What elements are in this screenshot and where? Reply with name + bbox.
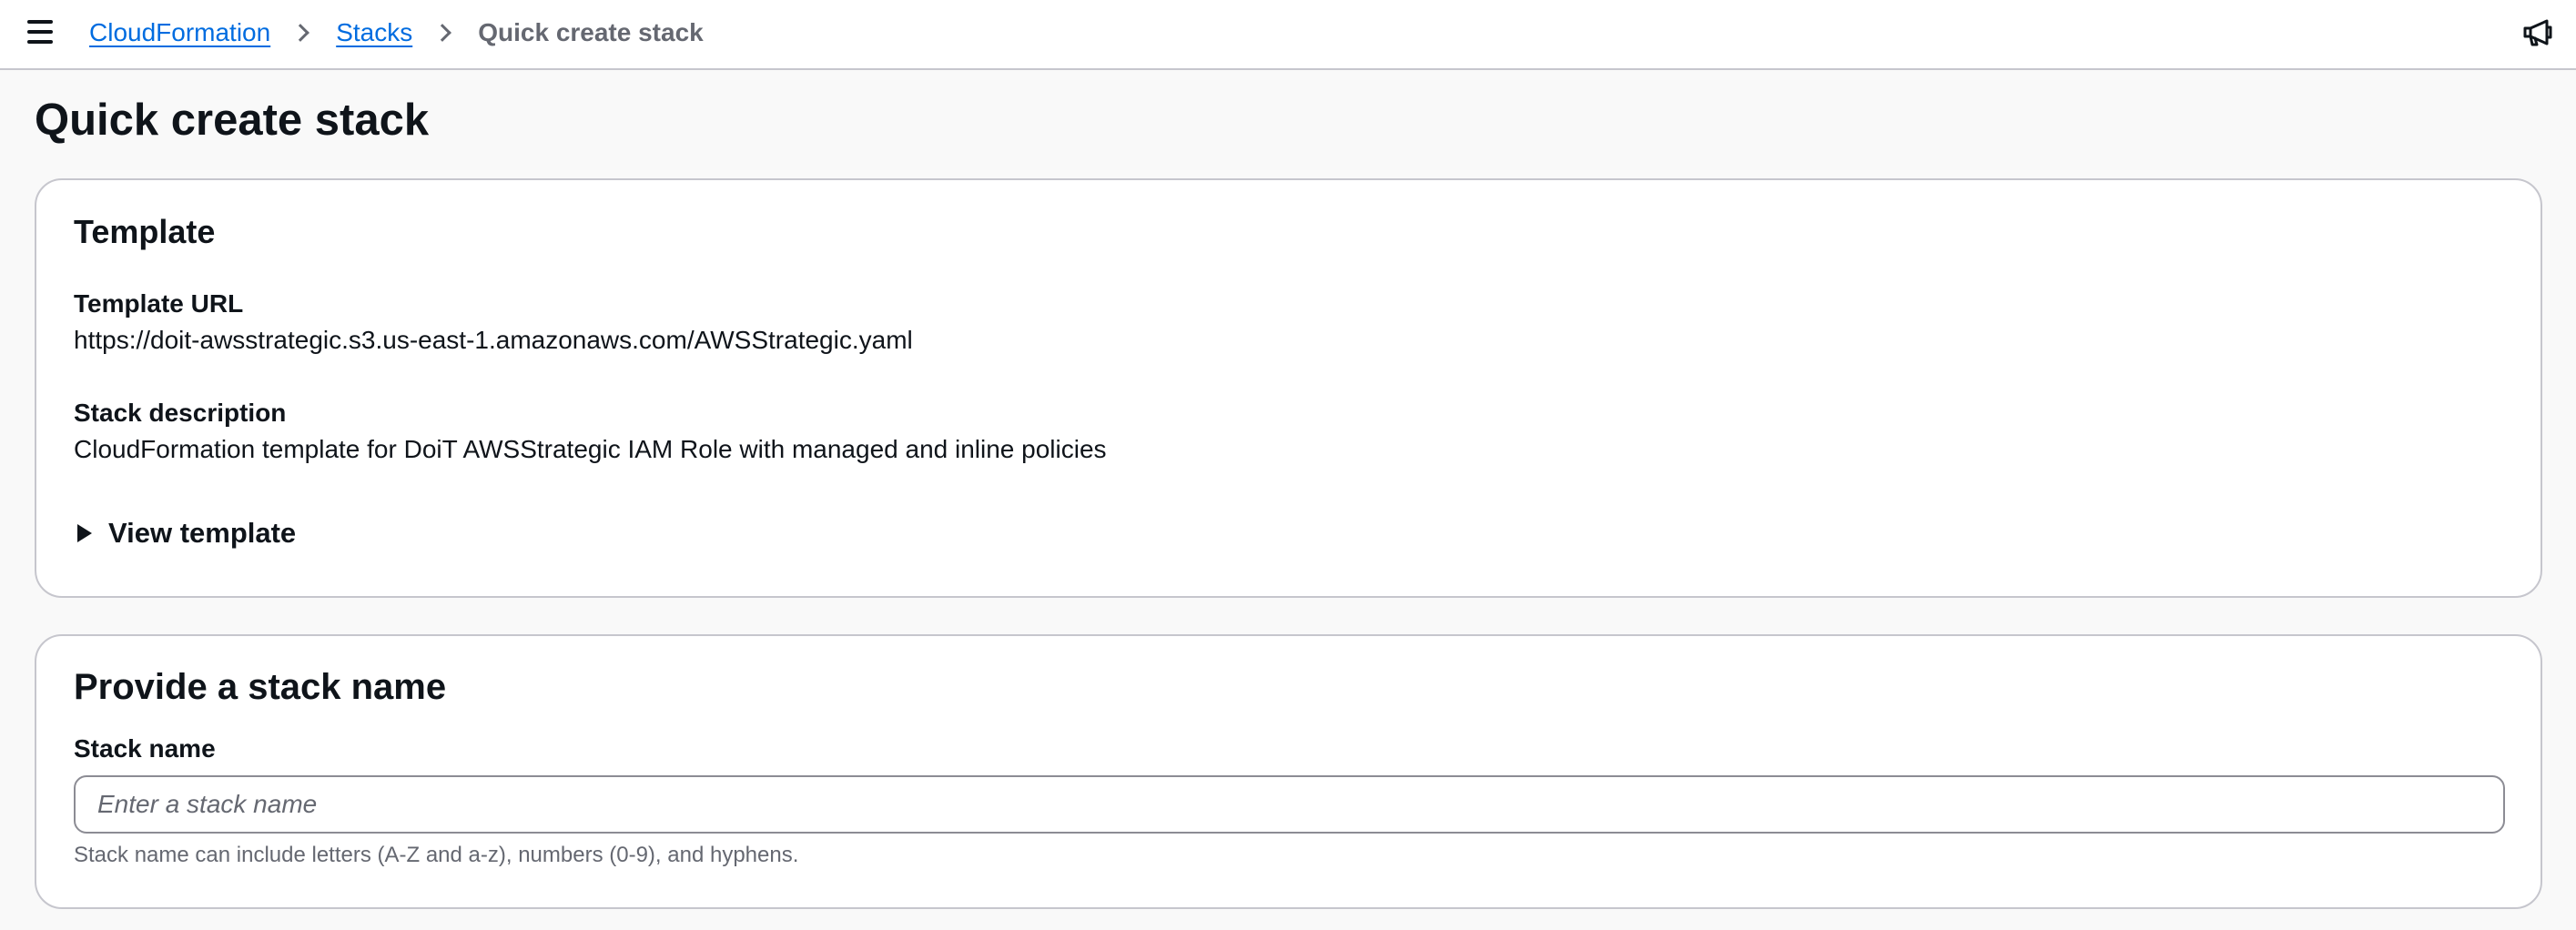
breadcrumb-link-stacks[interactable]: Stacks [336, 18, 412, 47]
stack-name-heading: Provide a stack name [74, 667, 447, 707]
template-heading: Template [74, 213, 216, 250]
hamburger-menu-icon[interactable] [27, 20, 53, 44]
breadcrumb: CloudFormation Stacks Quick create stack [89, 13, 704, 53]
chevron-right-icon [291, 24, 310, 42]
stack-description-label: Stack description [74, 399, 287, 427]
stack-description-value: CloudFormation template for DoiT AWSStra… [74, 435, 1107, 463]
stack-name-constraint: Stack name can include letters (A-Z and … [74, 843, 799, 867]
caret-right-icon [77, 524, 92, 542]
view-template-expander[interactable]: View template [74, 515, 296, 551]
template-url-value: https://doit-awsstrategic.s3.us-east-1.a… [74, 326, 913, 354]
top-navigation-bar: CloudFormation Stacks Quick create stack [0, 0, 2576, 70]
page-title: Quick create stack [35, 96, 430, 145]
chevron-right-icon [433, 24, 452, 42]
stack-name-input[interactable] [74, 775, 2505, 834]
stack-name-container: Provide a stack name Stack name Stack na… [35, 634, 2542, 909]
megaphone-icon[interactable] [2521, 16, 2554, 49]
stack-name-label: Stack name [74, 734, 216, 763]
breadcrumb-link-cloudformation[interactable]: CloudFormation [89, 18, 270, 47]
template-container: Template Template URL https://doit-awsst… [35, 178, 2542, 598]
template-url-label: Template URL [74, 289, 244, 318]
breadcrumb-current: Quick create stack [478, 18, 704, 46]
view-template-label: View template [108, 517, 297, 549]
